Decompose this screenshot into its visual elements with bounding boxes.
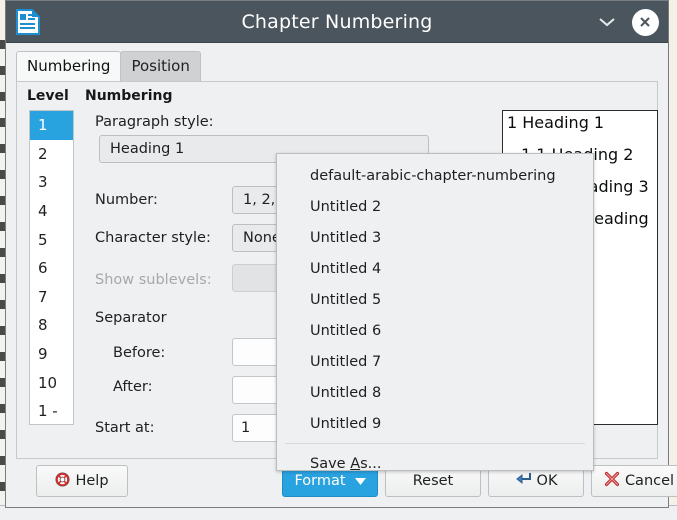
help-lifering-icon — [55, 471, 70, 491]
level-list[interactable]: 1 2 3 4 5 6 7 8 9 10 1 - — [29, 110, 74, 425]
save-as-label: Save As... — [310, 455, 382, 472]
level-item-8[interactable]: 8 — [30, 311, 73, 340]
dropdown-item-default-arabic-chapter-numbering[interactable]: default-arabic-chapter-numbering — [277, 160, 593, 191]
dialog-titlebar[interactable]: Chapter Numbering — [6, 1, 668, 43]
level-item-10[interactable]: 10 — [30, 368, 73, 397]
level-item-1[interactable]: 1 — [30, 111, 73, 140]
character-style-label: Character style: — [95, 230, 211, 246]
numbering-column-header: Numbering — [85, 88, 173, 104]
before-label: Before: — [113, 345, 166, 361]
cancel-button[interactable]: Cancel — [591, 465, 677, 497]
writer-document-icon — [16, 8, 50, 35]
after-label: After: — [113, 379, 153, 395]
help-button-label: Help — [75, 473, 109, 489]
dropdown-separator — [285, 443, 585, 444]
dropdown-item-save-as[interactable]: Save As... — [277, 448, 593, 479]
dropdown-item-untitled-5[interactable]: Untitled 5 — [277, 284, 593, 315]
paragraph-style-value: Heading 1 — [110, 141, 185, 157]
close-button[interactable] — [628, 1, 662, 43]
preview-line-1: 1 Heading 1 — [507, 113, 605, 132]
dropdown-item-untitled-6[interactable]: Untitled 6 — [277, 315, 593, 346]
level-item-4[interactable]: 4 — [30, 197, 73, 226]
level-item-9[interactable]: 9 — [30, 340, 73, 369]
format-dropdown-menu[interactable]: default-arabic-chapter-numbering Untitle… — [276, 153, 594, 472]
level-column-header: Level — [27, 88, 69, 104]
level-item-7[interactable]: 7 — [30, 283, 73, 312]
tab-numbering[interactable]: Numbering — [16, 51, 122, 81]
dropdown-item-untitled-2[interactable]: Untitled 2 — [277, 191, 593, 222]
level-item-6[interactable]: 6 — [30, 254, 73, 283]
separator-group-label: Separator — [95, 310, 167, 326]
level-item-2[interactable]: 2 — [30, 140, 73, 169]
start-at-label: Start at: — [95, 420, 155, 436]
number-label: Number: — [95, 192, 158, 208]
dialog-title: Chapter Numbering — [241, 10, 433, 33]
cancel-x-icon — [604, 471, 620, 491]
dropdown-item-untitled-8[interactable]: Untitled 8 — [277, 377, 593, 408]
background-right-strip — [668, 0, 677, 520]
chapter-numbering-dialog: Chapter Numbering Numbering Position Lev… — [5, 0, 677, 508]
level-item-5[interactable]: 5 — [30, 225, 73, 254]
paragraph-style-label: Paragraph style: — [95, 114, 214, 130]
help-button[interactable]: Help — [36, 465, 128, 497]
tab-strip: Numbering Position — [16, 51, 658, 81]
close-icon — [631, 8, 659, 36]
level-item-3[interactable]: 3 — [30, 168, 73, 197]
dropdown-item-untitled-3[interactable]: Untitled 3 — [277, 222, 593, 253]
start-at-value: 1 — [241, 420, 251, 436]
tab-position[interactable]: Position — [120, 51, 201, 81]
dropdown-item-untitled-4[interactable]: Untitled 4 — [277, 253, 593, 284]
cancel-button-label: Cancel — [624, 473, 675, 489]
level-item-all[interactable]: 1 - — [30, 397, 73, 424]
dropdown-item-untitled-9[interactable]: Untitled 9 — [277, 408, 593, 439]
show-sublevels-label: Show sublevels: — [95, 272, 212, 288]
chevron-down-icon[interactable] — [590, 1, 624, 43]
dropdown-item-untitled-7[interactable]: Untitled 7 — [277, 346, 593, 377]
